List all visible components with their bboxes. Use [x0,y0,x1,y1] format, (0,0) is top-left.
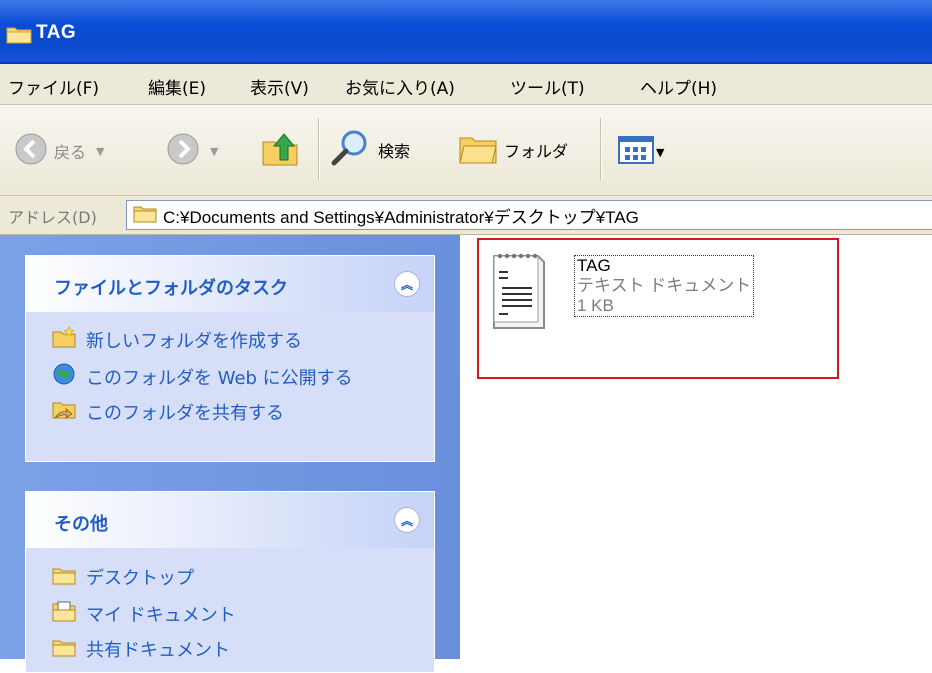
folders-icon [458,130,498,170]
other-desktop[interactable]: デスクトップ [52,564,194,590]
file-folder-tasks-title: ファイルとフォルダのタスク [54,278,288,299]
task-publish-web-label: このフォルダを Web に公開する [86,367,353,389]
forward-dropdown-icon[interactable]: ▼ [210,145,218,158]
other-my-documents-label: マイ ドキュメント [86,604,236,626]
menu-help[interactable]: ヘルプ(H) [640,74,717,99]
new-folder-icon [52,326,76,353]
other-desktop-label: デスクトップ [86,568,194,589]
other-shared-documents-label: 共有ドキュメント [86,640,230,661]
address-input[interactable]: C:¥Documents and Settings¥Administrator¥… [126,200,932,230]
task-pane: ファイルとフォルダのタスク ︽ 新しいフォルダを作成する このフォルダを Web… [0,235,460,673]
search-icon [330,128,372,172]
other-places-panel: その他 ︽ デスクトップ マイ ドキュメント 共有ドキュメント [25,491,435,673]
other-shared-documents[interactable]: 共有ドキュメント [52,636,230,662]
task-share-folder-label: このフォルダを共有する [86,402,284,424]
publish-web-icon [52,362,76,391]
back-arrow-icon [14,132,48,170]
address-bar: アドレス(D) C:¥Documents and Settings¥Admini… [0,196,932,235]
folder-icon [6,24,32,48]
folder-icon [52,637,76,662]
menu-edit[interactable]: 編集(E) [148,74,206,99]
collapse-icon[interactable]: ︽ [394,507,420,533]
menu-file[interactable]: ファイル(F) [8,74,99,99]
task-new-folder[interactable]: 新しいフォルダを作成する [52,326,302,353]
window-title: TAG [36,22,77,43]
address-path: C:¥Documents and Settings¥Administrator¥… [163,207,639,227]
folders-button[interactable]: フォルダ [458,130,568,170]
task-publish-web[interactable]: このフォルダを Web に公開する [52,362,353,391]
file-folder-tasks-panel: ファイルとフォルダのタスク ︽ 新しいフォルダを作成する このフォルダを Web… [25,255,435,462]
up-folder-icon [260,128,300,172]
folder-icon [52,565,76,590]
forward-button[interactable]: ▼ [166,132,218,170]
views-button[interactable]: ▼ [618,136,664,168]
address-label: アドレス(D) [8,208,97,227]
views-icon [618,136,654,168]
share-folder-icon [52,398,76,425]
back-label: 戻る [54,143,87,162]
back-button[interactable]: 戻る ▼ [14,132,104,170]
menu-favorites[interactable]: お気に入り(A) [345,74,455,99]
search-label: 検索 [378,142,411,161]
menu-view[interactable]: 表示(V) [250,74,309,99]
title-bar[interactable]: TAG [0,0,932,64]
other-places-header[interactable]: その他 ︽ [26,492,434,548]
search-button[interactable]: 検索 [330,128,410,172]
other-places-title: その他 [54,514,108,535]
my-documents-icon [52,600,76,627]
file-item-label[interactable]: TAG テキスト ドキュメント 1 KB [574,255,755,317]
forward-arrow-icon [166,132,200,170]
task-share-folder[interactable]: このフォルダを共有する [52,398,284,425]
text-file-icon[interactable] [488,248,550,338]
file-size: 1 KB [577,296,614,315]
file-folder-tasks-header[interactable]: ファイルとフォルダのタスク ︽ [26,256,434,312]
address-folder-icon [127,203,157,227]
back-dropdown-icon[interactable]: ▼ [96,145,104,158]
task-new-folder-label: 新しいフォルダを作成する [86,330,302,352]
folders-label: フォルダ [504,142,569,161]
views-dropdown-icon[interactable]: ▼ [656,146,664,159]
menu-tools[interactable]: ツール(T) [510,74,585,99]
menu-bar: ファイル(F) 編集(E) 表示(V) お気に入り(A) ツール(T) ヘルプ(… [0,64,932,105]
collapse-icon[interactable]: ︽ [394,271,420,297]
other-my-documents[interactable]: マイ ドキュメント [52,600,236,627]
file-type: テキスト ドキュメント [577,276,752,295]
up-folder-button[interactable] [260,128,300,172]
file-name: TAG [577,256,611,275]
